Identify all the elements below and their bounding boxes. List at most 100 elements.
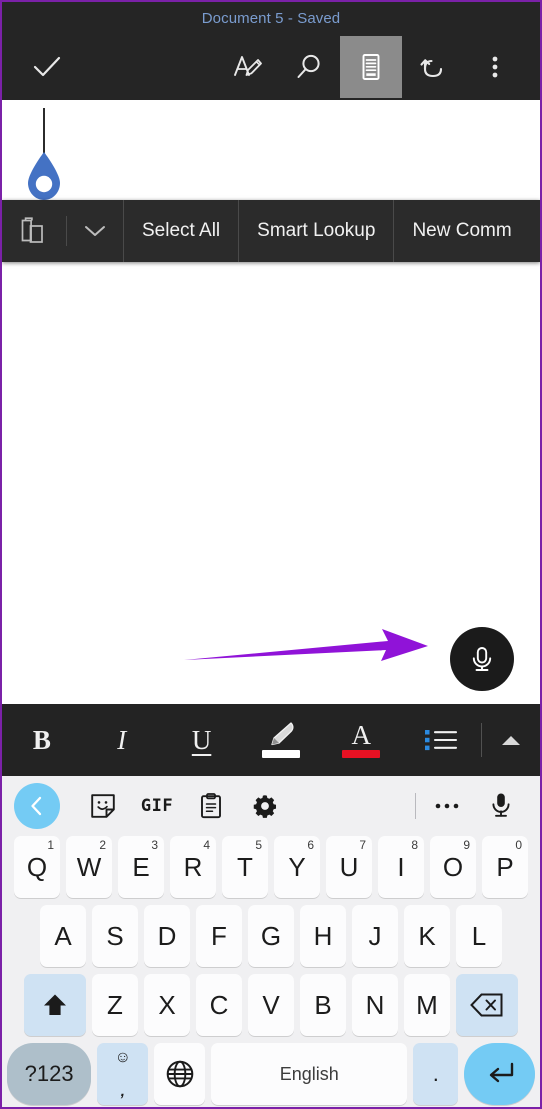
paste-icon: [21, 217, 43, 243]
key-h[interactable]: H: [300, 905, 346, 967]
collapse-button[interactable]: [482, 704, 540, 776]
context-menu-item-select-all[interactable]: Select All: [123, 200, 238, 262]
key-number: 8: [411, 838, 418, 852]
key-z[interactable]: Z: [92, 974, 138, 1036]
microphone-icon[interactable]: [474, 783, 528, 829]
document-title: Document 5 - Saved: [201, 9, 341, 27]
context-menu-item-smart-lookup[interactable]: Smart Lookup: [238, 200, 393, 262]
key-number: 4: [203, 838, 210, 852]
underline-glyph: U: [191, 724, 212, 755]
check-icon: [33, 56, 61, 77]
phone-screen: Document 5 - Saved Select All Smart Look…: [0, 0, 542, 1109]
shift-arrow-icon: [44, 994, 66, 1015]
top-toolbar: [2, 34, 540, 100]
period-key[interactable]: .: [413, 1043, 459, 1105]
search-button[interactable]: [278, 36, 340, 98]
keyboard-toolbar-divider: [415, 793, 416, 819]
comma-glyph: ,: [120, 1083, 125, 1100]
emoji-comma-key[interactable]: ☺ ,: [97, 1043, 149, 1105]
microphone-icon: [472, 647, 492, 671]
key-label: Q: [26, 851, 48, 882]
italic-button[interactable]: I: [82, 704, 162, 776]
backspace-icon: [470, 993, 503, 1017]
title-bar: Document 5 - Saved: [2, 2, 540, 34]
clipboard-icon-glyph: [201, 793, 221, 819]
key-w[interactable]: W2: [66, 836, 112, 898]
font-color-glyph: A: [351, 719, 371, 750]
sticker-icon[interactable]: [76, 783, 130, 829]
key-p[interactable]: P0: [482, 836, 528, 898]
sticker-icon-glyph: [91, 794, 115, 818]
more-icon[interactable]: [420, 783, 474, 829]
highlighter-icon: [271, 722, 294, 746]
key-u[interactable]: U7: [326, 836, 372, 898]
key-e[interactable]: E3: [118, 836, 164, 898]
mobile-view-button[interactable]: [340, 36, 402, 98]
key-number: 1: [47, 838, 54, 852]
key-label: O: [442, 851, 464, 882]
search-icon: [297, 54, 320, 78]
mobile-view-icon: [362, 54, 380, 80]
key-o[interactable]: O9: [430, 836, 476, 898]
key-r[interactable]: R4: [170, 836, 216, 898]
key-j[interactable]: J: [352, 905, 398, 967]
key-q[interactable]: Q1: [14, 836, 60, 898]
bold-button[interactable]: B: [2, 704, 82, 776]
dictate-button[interactable]: [450, 627, 514, 691]
ink-pen-button[interactable]: [216, 36, 278, 98]
key-number: 3: [151, 838, 158, 852]
document-canvas[interactable]: Select All Smart Lookup New Comm: [2, 100, 540, 704]
key-x[interactable]: X: [144, 974, 190, 1036]
enter-key[interactable]: [464, 1043, 535, 1105]
font-color-button[interactable]: A: [321, 704, 401, 776]
space-key[interactable]: English: [211, 1043, 408, 1105]
key-d[interactable]: D: [144, 905, 190, 967]
on-screen-keyboard: GIF Q 1 W 2 E 3 R 4 T 5 Y 6 U 7 I 8 O 9 …: [2, 776, 540, 1107]
context-menu-item-new-comment[interactable]: New Comm: [393, 200, 529, 262]
key-k[interactable]: K: [404, 905, 450, 967]
language-key[interactable]: [154, 1043, 206, 1105]
key-l[interactable]: L: [456, 905, 502, 967]
enter-arrow-icon: [489, 1062, 513, 1083]
key-b[interactable]: B: [300, 974, 346, 1036]
highlight-swatch: [262, 750, 301, 758]
gear-icon[interactable]: [238, 783, 292, 829]
context-menu: Select All Smart Lookup New Comm: [2, 200, 540, 262]
key-number: 9: [463, 838, 470, 852]
overflow-menu-button[interactable]: [464, 36, 526, 98]
selection-handle-icon[interactable]: [24, 150, 64, 202]
bullets-button[interactable]: [401, 704, 481, 776]
key-v[interactable]: V: [248, 974, 294, 1036]
key-label: T: [237, 851, 253, 882]
microphone-icon-glyph: [492, 793, 510, 817]
undo-button[interactable]: [402, 36, 464, 98]
back-button[interactable]: [14, 783, 60, 829]
key-g[interactable]: G: [248, 905, 294, 967]
underline-button[interactable]: U: [162, 704, 242, 776]
highlight-button[interactable]: [241, 704, 321, 776]
key-a[interactable]: A: [40, 905, 86, 967]
gear-icon-glyph: [253, 795, 277, 818]
backspace-key[interactable]: [456, 974, 518, 1036]
italic-glyph: I: [117, 724, 127, 755]
key-s[interactable]: S: [92, 905, 138, 967]
symbols-key[interactable]: ?123: [7, 1043, 92, 1105]
keyboard-row-3: Z X C V B N M: [2, 974, 540, 1036]
done-check-button[interactable]: [16, 36, 78, 98]
clipboard-icon[interactable]: [184, 783, 238, 829]
paste-button[interactable]: [2, 200, 66, 262]
key-y[interactable]: Y6: [274, 836, 320, 898]
key-t[interactable]: T5: [222, 836, 268, 898]
bulleted-list-icon: [425, 730, 458, 751]
shift-key[interactable]: [24, 974, 86, 1036]
key-m[interactable]: M: [404, 974, 450, 1036]
key-number: 5: [255, 838, 262, 852]
key-i[interactable]: I8: [378, 836, 424, 898]
arrow-annotation: [184, 629, 428, 661]
key-c[interactable]: C: [196, 974, 242, 1036]
paste-options-chevron[interactable]: [67, 200, 123, 262]
key-n[interactable]: N: [352, 974, 398, 1036]
key-f[interactable]: F: [196, 905, 242, 967]
key-label: E: [132, 851, 150, 882]
gif-icon[interactable]: GIF: [130, 783, 184, 829]
